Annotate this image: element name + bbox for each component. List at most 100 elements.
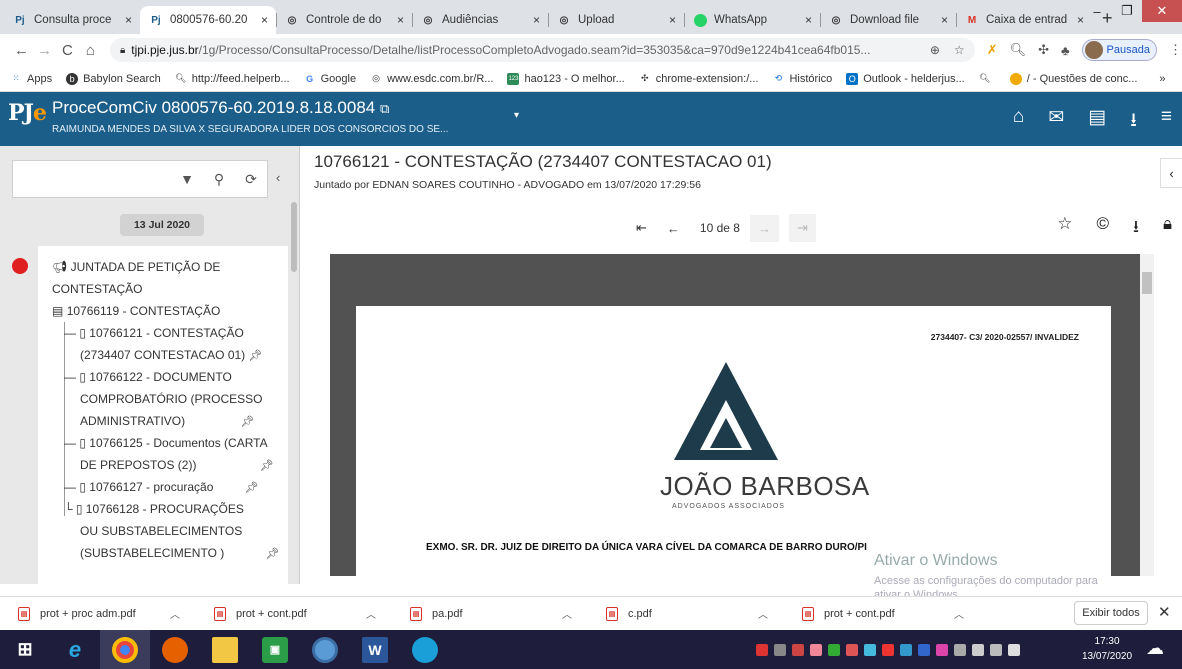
ie-icon[interactable]: e [50, 630, 100, 669]
pin-icon[interactable]: 📌︎ [249, 350, 263, 362]
download-item[interactable]: ▤ pa.pdf ︿ [392, 606, 588, 621]
restore-icon[interactable]: ❐ [1112, 0, 1142, 22]
tab-audiencias[interactable]: ◎ Audiências × [412, 6, 548, 34]
volume-icon[interactable] [1008, 643, 1020, 656]
zoom-icon[interactable]: ⊕ [930, 43, 940, 57]
tab-consulta[interactable]: Pj Consulta proce × [4, 6, 140, 34]
next-page-icon[interactable]: → [749, 214, 779, 242]
bookmark-history[interactable]: ⟲ Histórico [772, 73, 833, 85]
tree-item-line[interactable]: (2734407 CONTESTACAO 01) 📌︎ [80, 344, 263, 367]
windows-start-icon[interactable]: ⊞ [0, 630, 50, 669]
back-icon[interactable]: ← [10, 42, 33, 59]
pin-icon[interactable]: 📌︎ [245, 482, 259, 494]
signal-icon[interactable] [774, 643, 786, 656]
edge-icon[interactable] [400, 630, 450, 669]
chevron-up-icon[interactable]: ︿ [758, 606, 768, 621]
download-item[interactable]: ▤ prot + cont.pdf ︿ [196, 606, 392, 621]
tree-event-line2[interactable]: CONTESTAÇÃO [52, 278, 142, 300]
tree-event[interactable]: 📢︎ JUNTADA DE PETIÇÃO DE [52, 256, 220, 278]
chevron-down-icon[interactable]: ▾ [514, 110, 519, 121]
tray-icon[interactable] [756, 643, 768, 656]
copyright-icon[interactable]: © [1096, 214, 1109, 243]
tree-item-line[interactable]: ADMINISTRATIVO) 📌︎ [80, 410, 254, 433]
home-icon[interactable]: ⌂ [79, 42, 102, 59]
tray-icon[interactable] [882, 643, 894, 656]
tray-icon[interactable] [864, 643, 876, 656]
home-icon[interactable]: ⌂ [1013, 106, 1024, 138]
refresh-icon[interactable]: ⟳ [235, 161, 267, 197]
window-close-icon[interactable]: ✕ [1142, 0, 1182, 22]
bookmark-hao123[interactable]: 123 hao123 - O melhor... [507, 72, 625, 85]
bookmark-google[interactable]: G Google [304, 73, 356, 85]
viewer-scrollbar[interactable] [1140, 254, 1154, 576]
pin-icon[interactable]: 📌︎ [240, 416, 254, 428]
download-icon[interactable]: ⭳ [1133, 214, 1139, 243]
extension-icon[interactable]: ✣ [1038, 42, 1049, 58]
chevron-up-icon[interactable]: ︿ [170, 606, 180, 621]
close-icon[interactable]: × [533, 13, 540, 27]
last-page-icon[interactable]: ⇥ [788, 214, 816, 242]
tree-item-10766121[interactable]: — ▯ 10766121 - CONTESTAÇÃO [64, 322, 244, 344]
bookmark-star-icon[interactable]: ☆ [954, 43, 965, 57]
tree-item-10766128[interactable]: └ ▯ 10766128 - PROCURAÇÕES [64, 498, 244, 520]
store-icon[interactable]: ▣ [250, 630, 300, 669]
bookmark-babylon[interactable]: b Babylon Search [66, 72, 161, 85]
document-icon[interactable]: ▤ [1088, 106, 1106, 138]
chevron-up-icon[interactable]: ︿ [954, 606, 964, 621]
download-item[interactable]: ▤ prot + cont.pdf ︿ [784, 606, 980, 621]
tray-icon[interactable] [918, 643, 930, 656]
collapse-sidebar-icon[interactable]: ‹ [276, 170, 280, 185]
tray-icon[interactable] [954, 643, 966, 656]
tree-item-line[interactable]: OU SUBSTABELECIMENTOS [80, 520, 242, 542]
pin-icon[interactable]: 📌︎ [266, 548, 280, 560]
close-icon[interactable]: × [941, 13, 948, 27]
scroll-thumb[interactable] [1142, 272, 1152, 294]
tree-item-line[interactable]: COMPROBATÓRIO (PROCESSO [80, 388, 262, 410]
sidebar-scrollbar[interactable] [291, 202, 297, 272]
pje-logo[interactable]: PJe [8, 100, 47, 138]
tab-whatsapp[interactable]: WhatsApp × [684, 6, 820, 34]
word-icon[interactable]: W [350, 630, 400, 669]
bookmark-helperb[interactable]: 🔍︎ http://feed.helperb... [175, 73, 290, 85]
profile-button[interactable]: Pausada [1081, 39, 1157, 61]
network-icon[interactable] [972, 643, 984, 656]
tray-icon[interactable] [846, 643, 858, 656]
url-bar[interactable]: 🔒︎ tjpi.pje.jus.br/1g/Processo/ConsultaP… [109, 38, 975, 62]
star-icon[interactable]: ☆ [1057, 214, 1072, 243]
close-downloads-icon[interactable]: ✕ [1158, 603, 1171, 621]
close-icon[interactable]: × [805, 13, 812, 27]
tab-download[interactable]: ◎ Download file × [820, 6, 956, 34]
pin-icon[interactable]: 📌︎ [260, 460, 274, 472]
tray-icon[interactable] [936, 643, 948, 656]
tab-controle[interactable]: ◎ Controle de do × [276, 6, 412, 34]
tree-folder[interactable]: ▤ 10766119 - CONTESTAÇÃO [52, 300, 220, 322]
bookmark-esdc[interactable]: ◎ www.esdc.com.br/R... [370, 73, 493, 85]
pdf-viewer[interactable]: 2734407- C3/ 2020-02557/ INVALIDEZ JOÃO … [330, 254, 1154, 576]
menu-icon[interactable]: ≡ [1161, 106, 1172, 138]
tray-icon[interactable] [810, 643, 822, 656]
show-all-downloads-button[interactable]: Exibir todos [1074, 601, 1148, 625]
prev-page-icon[interactable]: ← [667, 221, 680, 236]
extension-icon[interactable]: ✗ [987, 42, 998, 58]
collapse-right-icon[interactable]: ‹ [1160, 158, 1182, 188]
minimize-icon[interactable]: – [1082, 0, 1112, 22]
file-explorer-icon[interactable] [200, 630, 250, 669]
bookmark-search[interactable]: 🔍︎ [979, 73, 996, 85]
first-page-icon[interactable]: ⇤ [636, 220, 647, 236]
bookmark-outlook[interactable]: O Outlook - helderjus... [846, 72, 965, 85]
notification-icon[interactable]: ☁ [1146, 638, 1164, 659]
close-icon[interactable]: × [397, 13, 404, 27]
copy-icon[interactable]: ⧉ [380, 101, 389, 116]
bookmark-apps[interactable]: ⁙ Apps [10, 73, 52, 85]
chrome-icon[interactable] [300, 630, 350, 669]
bookmark-extension[interactable]: ✣ chrome-extension:/... [639, 73, 759, 85]
tab-process[interactable]: Pj 0800576-60.20 × [140, 6, 276, 34]
extension-search-icon[interactable]: 🔍︎ [1010, 42, 1027, 58]
tree-item-10766125[interactable]: — ▯ 10766125 - Documentos (CARTA [64, 432, 268, 454]
tray-icon[interactable] [792, 643, 804, 656]
menu-dots-icon[interactable]: ⋮ [1169, 42, 1182, 58]
close-icon[interactable]: × [261, 13, 268, 27]
download-item[interactable]: ▤ prot + proc adm.pdf ︿ [0, 606, 196, 621]
mail-icon[interactable]: ✉ [1048, 106, 1064, 138]
tab-upload[interactable]: ◎ Upload × [548, 6, 684, 34]
